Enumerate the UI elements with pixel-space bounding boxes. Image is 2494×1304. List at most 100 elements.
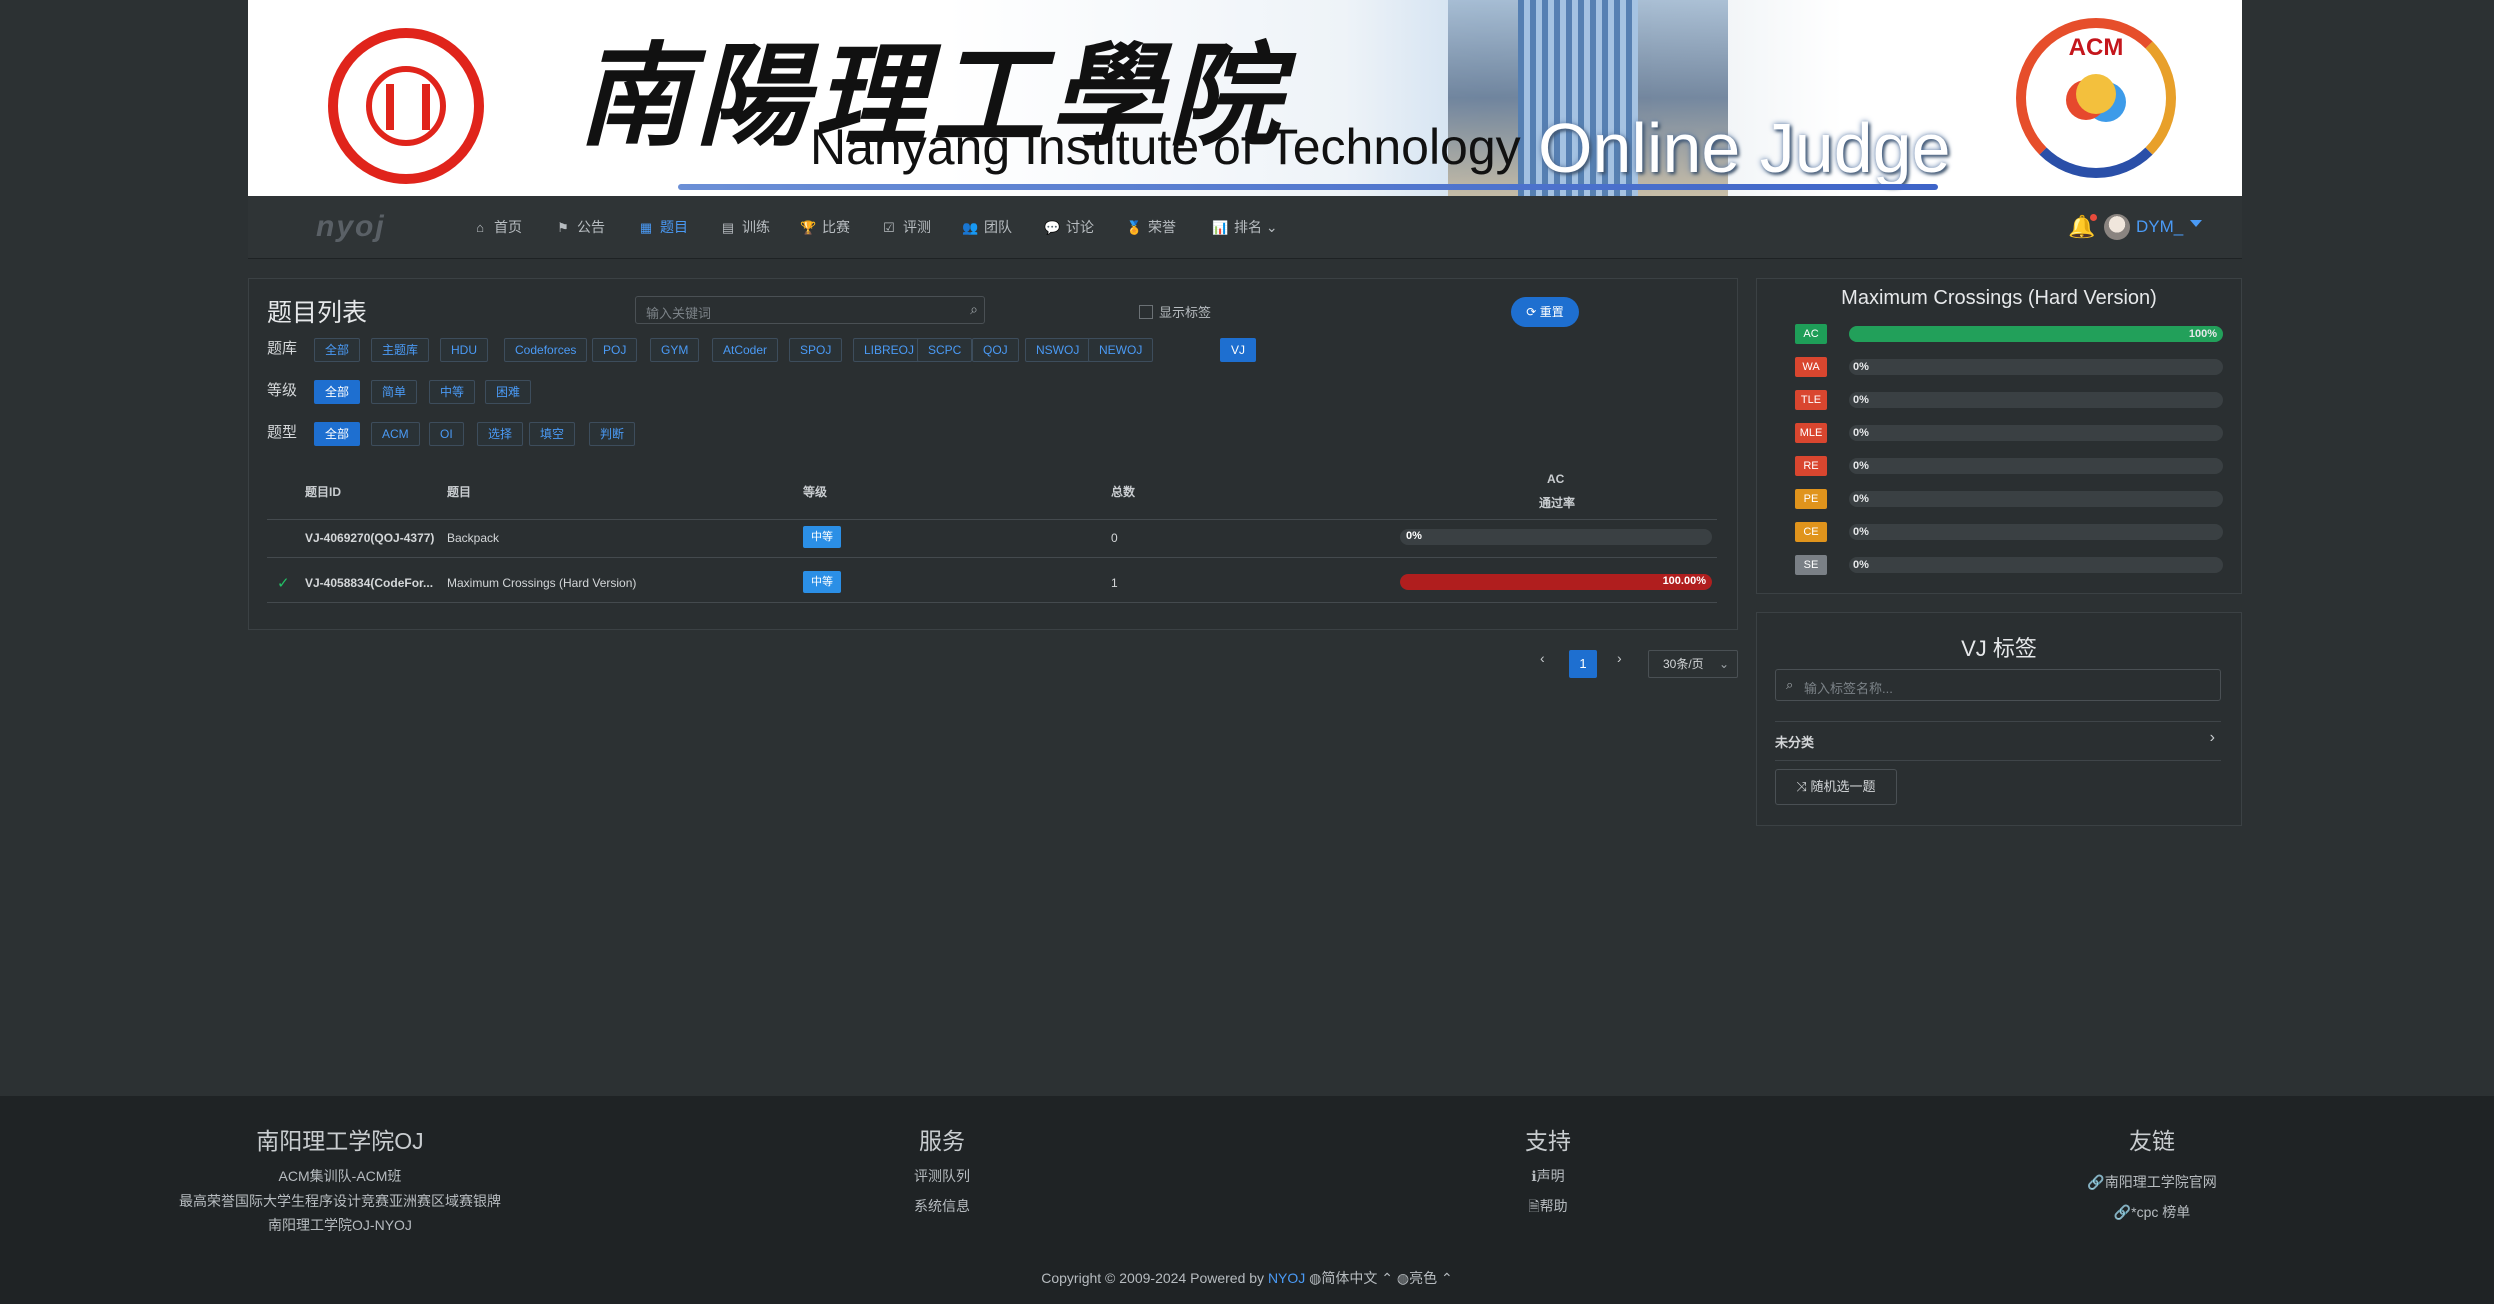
page-1-button[interactable]: 1 [1569, 650, 1597, 678]
nav-item-9[interactable]: 📊 排名 ⌄ [1212, 196, 1278, 258]
bank-chip[interactable]: POJ [592, 338, 638, 362]
level-chip[interactable]: 全部 [314, 380, 361, 404]
footer-link-system-info[interactable]: 系统信息 [842, 1194, 1042, 1219]
acm-logo: ACM [2016, 18, 2176, 178]
verdict-bar: 0% [1849, 491, 2223, 507]
bank-chip[interactable]: GYM [650, 338, 700, 362]
problem-title-link[interactable]: Backpack [447, 531, 499, 545]
banner-underline [678, 184, 1938, 190]
bell-icon[interactable]: 🔔 [2068, 214, 2098, 240]
bank-chip[interactable]: Codeforces [504, 338, 588, 362]
type-chip[interactable]: OI [429, 422, 464, 446]
link-icon: 🔗 [2087, 1174, 2105, 1190]
type-chip[interactable]: 填空 [529, 422, 576, 446]
nav-item-8[interactable]: 🏅 荣誉 [1126, 196, 1176, 258]
vj-tags-card: VJ 标签 ⌕ 输入标签名称... 未分类 › ⤨ 随机选一题 [1756, 612, 2242, 826]
level-filter-label: 等级 [267, 382, 298, 399]
bank-chip[interactable]: 主题库 [371, 338, 430, 362]
nav-item-3[interactable]: ▤ 训练 [720, 196, 770, 258]
nyoj-logo[interactable]: nyoj [316, 210, 386, 244]
footer-link-cpc-rank[interactable]: 🔗*cpc 榜单 [2052, 1200, 2252, 1225]
globe-icon: ◍ [1396, 1270, 1410, 1286]
footer-link-help[interactable]: 🗎帮助 [1448, 1194, 1648, 1219]
nav-item-6[interactable]: 👥 团队 [962, 196, 1012, 258]
column-header-id[interactable]: 题目ID [305, 483, 341, 500]
verdict-pct: 0% [1853, 460, 1869, 472]
search-icon[interactable]: ⌕ [970, 301, 978, 318]
medal-icon: 🏅 [1126, 220, 1143, 235]
verdict-badge-mle: MLE [1795, 423, 1827, 443]
bank-chip[interactable]: VJ [1220, 338, 1257, 362]
site-footer: 南阳理工学院OJ ACM集训队-ACM班 最高荣誉国际大学生程序设计竞赛亚洲赛区… [0, 1096, 2494, 1304]
nav-item-2[interactable]: ▦ 题目 [638, 196, 688, 258]
ac-rate-text: 0% [1406, 530, 1422, 542]
table-divider [267, 519, 1717, 520]
column-header-ac[interactable]: AC [1547, 472, 1564, 486]
footer-line: ACM集训队-ACM班 [278, 1168, 402, 1184]
problem-id[interactable]: VJ-4058834(CodeFor... [305, 576, 433, 590]
random-problem-button[interactable]: ⤨ 随机选一题 [1775, 769, 1897, 805]
bank-chip[interactable]: NEWOJ [1088, 338, 1154, 362]
nav-item-label: 题目 [660, 219, 688, 235]
show-tags-label: 显示标签 [1159, 305, 1212, 320]
footer-col-title: 南阳理工学院OJ [256, 1128, 424, 1154]
footer-link-school-site[interactable]: 🔗南阳理工学院官网 [2052, 1170, 2252, 1195]
school-seal-logo [328, 28, 484, 184]
avatar[interactable] [2104, 214, 2130, 240]
column-header-level[interactable]: 等级 [803, 483, 827, 500]
verdict-badge-pe: PE [1795, 489, 1827, 509]
reset-button[interactable]: ⟳ 重置 [1511, 297, 1579, 327]
tag-category-uncategorized[interactable]: 未分类 › [1775, 721, 2221, 761]
problem-id[interactable]: VJ-4069270(QOJ-4377) [305, 531, 434, 545]
type-chip[interactable]: 全部 [314, 422, 361, 446]
banner-oj-title: Online Judge [1538, 109, 1951, 187]
bank-chip[interactable]: LIBREOJ [853, 338, 926, 362]
type-chip[interactable]: ACM [371, 422, 420, 446]
bank-chip[interactable]: SPOJ [789, 338, 843, 362]
bank-chip[interactable]: QOJ [972, 338, 1019, 362]
page-size-select[interactable]: 30条/页 ⌄ [1648, 650, 1738, 678]
bank-chip[interactable]: HDU [440, 338, 488, 362]
bank-chip[interactable]: SCPC [917, 338, 973, 362]
document-icon: 🗎 [1528, 1198, 1540, 1214]
chevron-down-icon[interactable] [2190, 220, 2202, 227]
problem-title-link[interactable]: Maximum Crossings (Hard Version) [447, 576, 636, 590]
bank-chip[interactable]: 全部 [314, 338, 361, 362]
verdict-pct: 0% [1853, 361, 1869, 373]
nav-item-7[interactable]: 💬 讨论 [1044, 196, 1094, 258]
nav-item-4[interactable]: 🏆 比赛 [800, 196, 850, 258]
nav-item-label: 公告 [577, 219, 605, 235]
nav-item-0[interactable]: ⌂ 首页 [472, 196, 522, 258]
level-chip[interactable]: 简单 [371, 380, 418, 404]
nav-item-5[interactable]: ☑ 评测 [881, 196, 931, 258]
language-switcher[interactable]: ◍简体中文 ⌃ [1309, 1270, 1393, 1286]
level-chip[interactable]: 困难 [485, 380, 532, 404]
nyoj-link[interactable]: NYOJ [1268, 1270, 1305, 1286]
nav-item-label: 首页 [494, 219, 522, 235]
search-placeholder: 输入关键词 [646, 306, 712, 321]
type-chip[interactable]: 判断 [589, 422, 636, 446]
checkbox-box[interactable] [1139, 305, 1153, 319]
footer-link-judge-queue[interactable]: 评测队列 [842, 1164, 1042, 1189]
column-header-rate[interactable]: 通过率 [1539, 494, 1575, 511]
search-input[interactable]: 输入关键词 ⌕ [635, 296, 985, 324]
nav-item-1[interactable]: ⚑ 公告 [555, 196, 605, 258]
bank-chip[interactable]: AtCoder [712, 338, 779, 362]
check-square-icon: ☑ [883, 220, 895, 235]
footer-col-title: 支持 [1525, 1128, 1571, 1154]
column-header-total[interactable]: 总数 [1111, 483, 1135, 500]
bank-filter-label: 题库 [267, 340, 298, 357]
username[interactable]: DYM_ [2136, 196, 2183, 258]
tag-search-input[interactable]: ⌕ 输入标签名称... [1775, 669, 2221, 701]
column-header-title[interactable]: 题目 [447, 483, 471, 500]
theme-switcher[interactable]: ◍亮色 ⌃ [1397, 1270, 1453, 1286]
bank-chip[interactable]: NSWOJ [1025, 338, 1091, 362]
prev-page-button[interactable]: ‹ [1540, 650, 1545, 666]
footer-link-statement[interactable]: ℹ声明 [1448, 1164, 1648, 1189]
clipboard-icon: ▤ [721, 220, 735, 235]
show-tags-checkbox[interactable]: 显示标签 [1139, 302, 1211, 321]
type-chip[interactable]: 选择 [477, 422, 524, 446]
next-page-button[interactable]: › [1617, 650, 1622, 666]
nav-item-label: 荣誉 [1148, 219, 1176, 235]
level-chip[interactable]: 中等 [429, 380, 476, 404]
